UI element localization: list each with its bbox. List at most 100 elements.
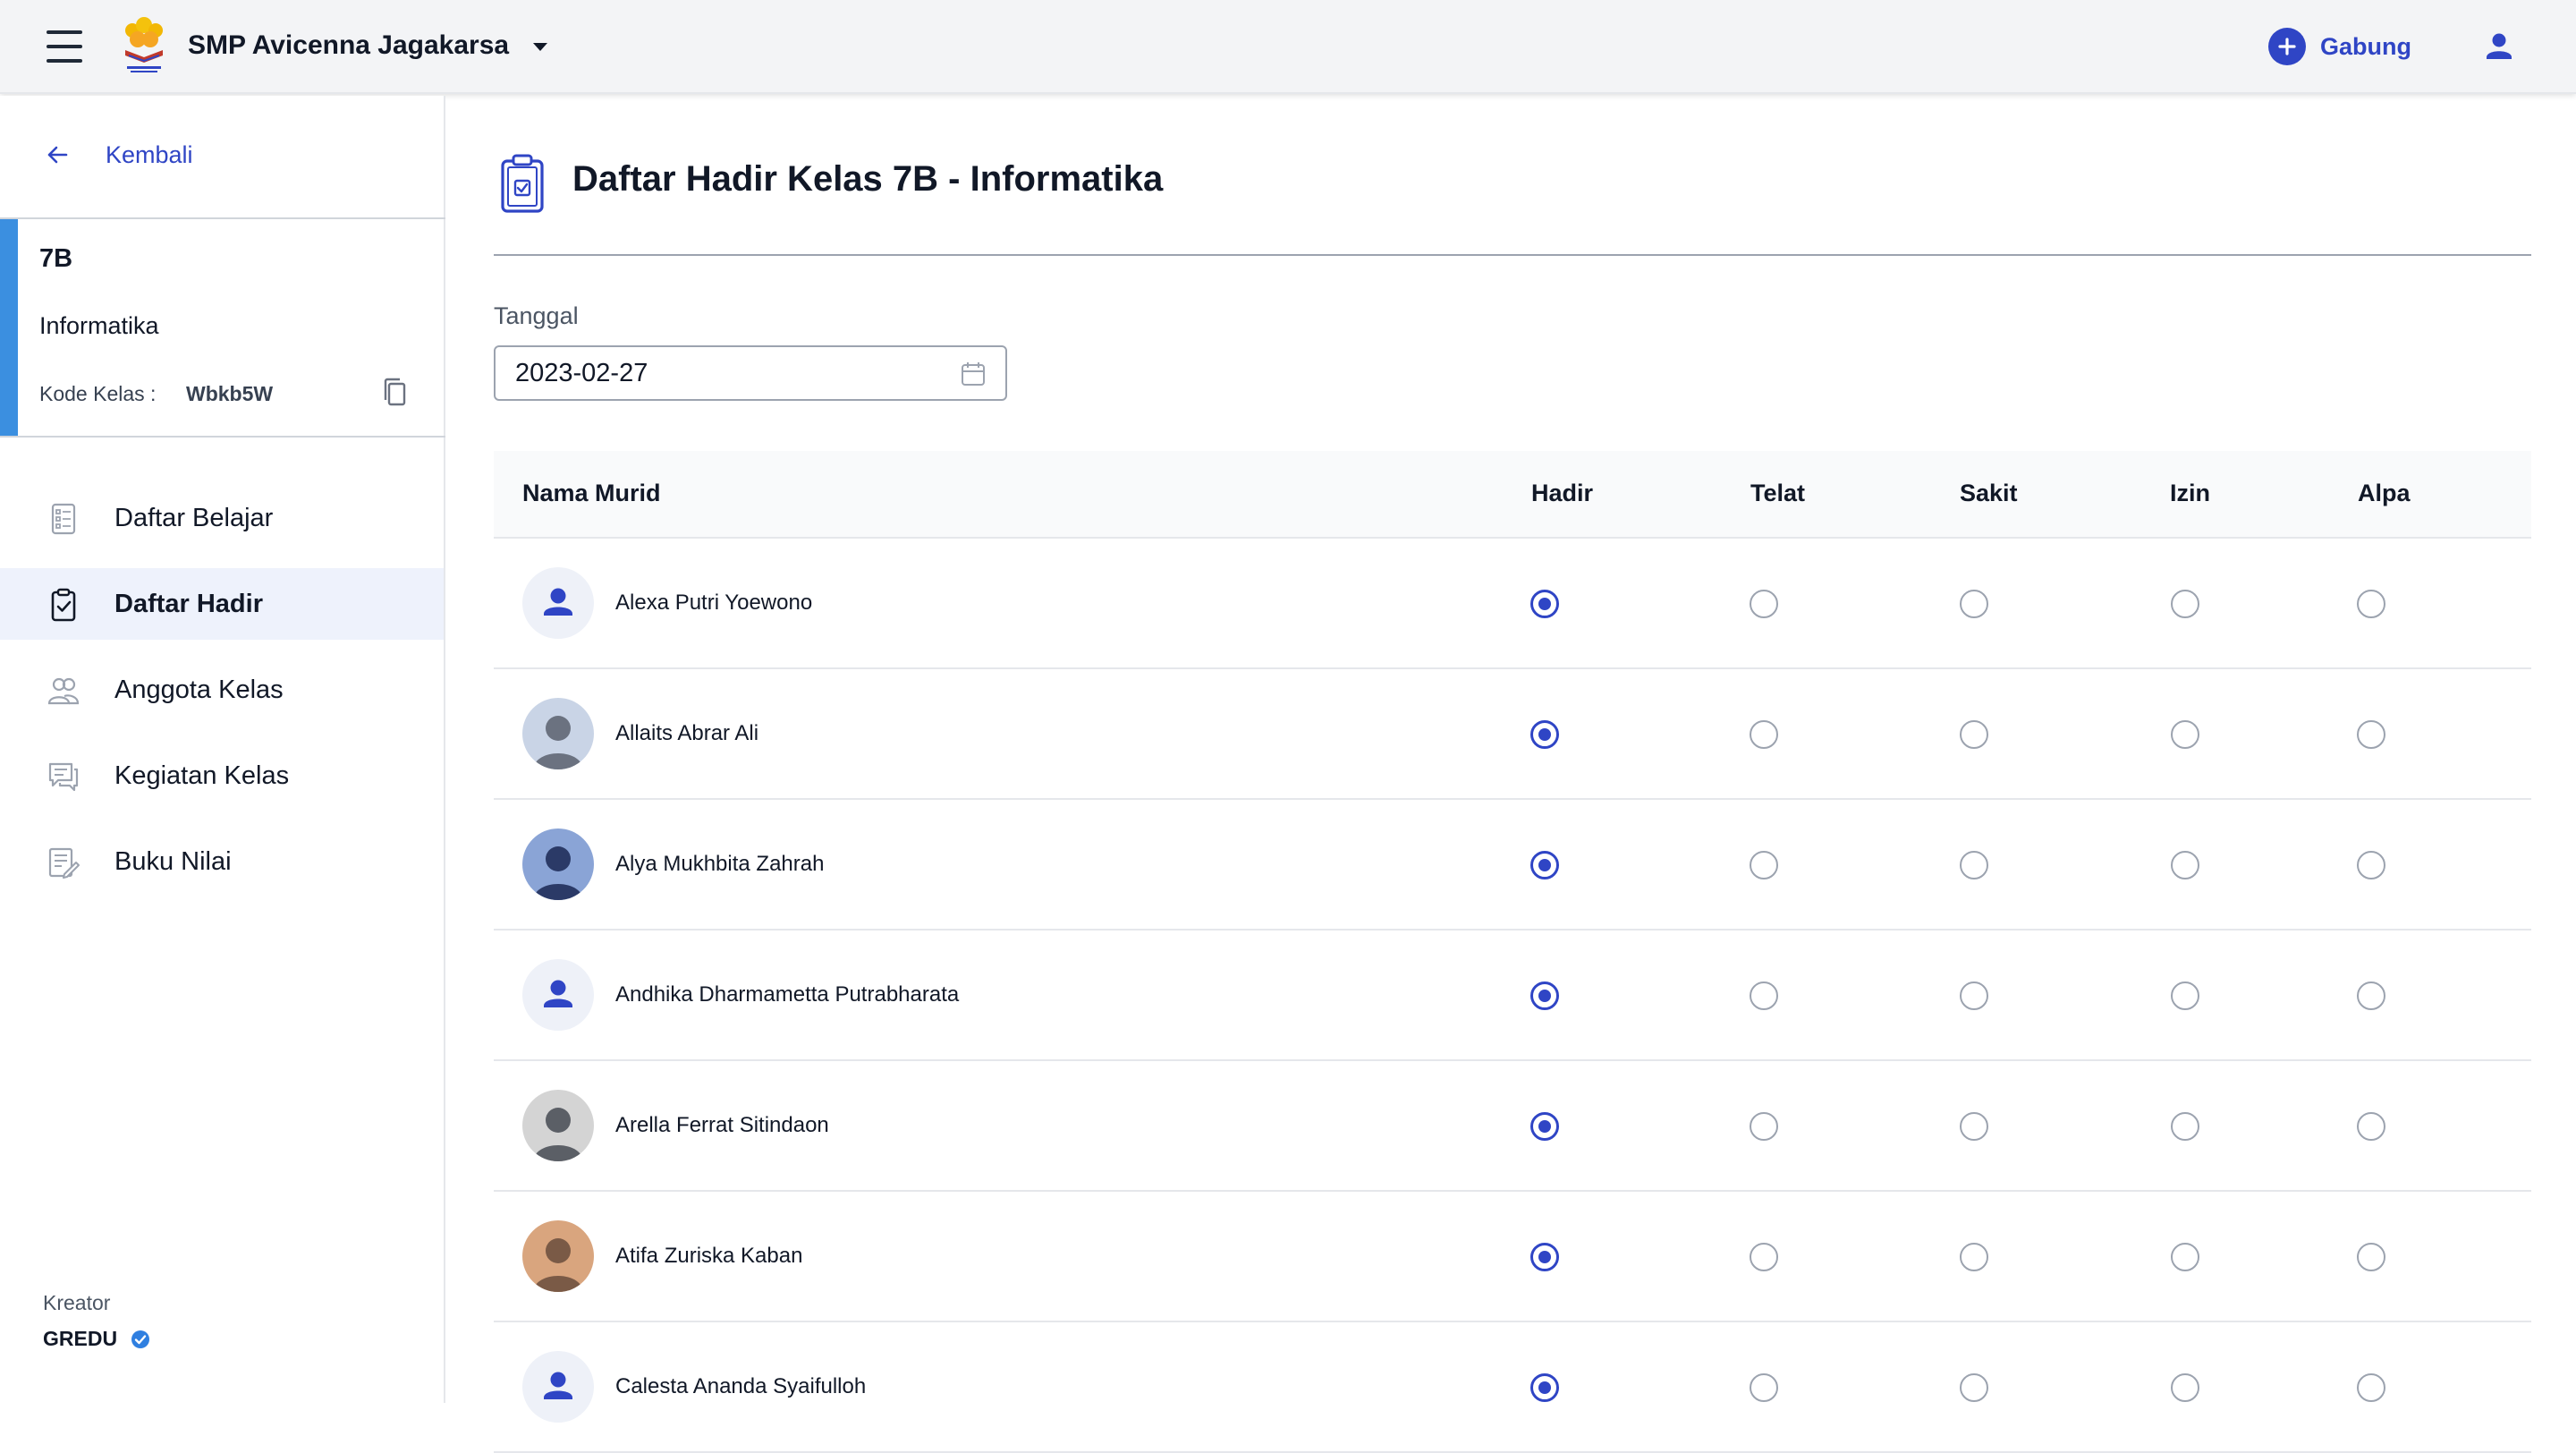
arrow-left-icon — [47, 146, 68, 164]
column-header-alpa: Alpa — [2358, 480, 2411, 506]
plus-icon — [2268, 28, 2306, 65]
radio-sakit[interactable] — [1960, 720, 1988, 749]
table-row: Alya Mukhbita Zahrah — [494, 800, 2531, 930]
chevron-down-icon[interactable] — [530, 36, 551, 57]
radio-alpa[interactable] — [2357, 1112, 2385, 1141]
table-row: Arella Ferrat Sitindaon — [494, 1061, 2531, 1192]
back-link[interactable]: Kembali — [43, 140, 193, 169]
radio-hadir[interactable] — [1530, 1373, 1559, 1402]
attendance-table: Nama Murid Hadir Telat Sakit Izin Alpa A… — [494, 451, 2531, 1453]
class-name: 7B — [39, 244, 73, 273]
radio-hadir[interactable] — [1530, 590, 1559, 618]
student-name: Alexa Putri Yoewono — [615, 591, 813, 615]
back-label: Kembali — [106, 140, 193, 168]
radio-sakit[interactable] — [1960, 981, 1988, 1010]
avatar-photo — [522, 828, 594, 900]
class-subject: Informatika — [39, 312, 159, 339]
chat-icon — [48, 762, 79, 792]
radio-hadir[interactable] — [1530, 720, 1559, 749]
class-card-accent — [0, 219, 18, 436]
sidebar-item-label: Buku Nilai — [114, 847, 232, 876]
join-button[interactable]: Gabung — [2268, 27, 2411, 66]
radio-telat[interactable] — [1750, 1112, 1778, 1141]
verified-badge-icon — [131, 1330, 150, 1348]
radio-izin[interactable] — [2171, 590, 2199, 618]
radio-telat[interactable] — [1750, 1243, 1778, 1271]
avatar-default-user-icon — [522, 567, 594, 639]
radio-alpa[interactable] — [2357, 1243, 2385, 1271]
radio-izin[interactable] — [2171, 851, 2199, 879]
radio-alpa[interactable] — [2357, 981, 2385, 1010]
column-header-sakit: Sakit — [1960, 480, 2018, 506]
radio-alpa[interactable] — [2357, 720, 2385, 749]
radio-telat[interactable] — [1750, 1373, 1778, 1402]
sidebar-item-label: Kegiatan Kelas — [114, 761, 290, 790]
radio-telat[interactable] — [1750, 981, 1778, 1010]
radio-sakit[interactable] — [1960, 1243, 1988, 1271]
avatar-photo — [522, 1220, 594, 1292]
radio-sakit[interactable] — [1960, 851, 1988, 879]
avatar-default-user-icon — [522, 959, 594, 1031]
sidebar-item-label: Daftar Hadir — [114, 590, 263, 618]
table-row: Alexa Putri Yoewono — [494, 539, 2531, 669]
gradebook-icon — [48, 847, 80, 879]
radio-izin[interactable] — [2171, 720, 2199, 749]
clipboard-check-icon — [51, 588, 76, 622]
sidebar-item-anggota-kelas[interactable]: Anggota Kelas — [0, 654, 444, 726]
student-name: Andhika Dharmametta Putrabharata — [615, 982, 960, 1007]
radio-izin[interactable] — [2171, 1373, 2199, 1402]
avatar-photo — [522, 1090, 594, 1161]
sidebar-item-buku-nilai[interactable]: Buku Nilai — [0, 826, 444, 897]
column-header-telat: Telat — [1750, 480, 1806, 506]
radio-alpa[interactable] — [2357, 1373, 2385, 1402]
table-body: Alexa Putri Yoewono Allaits Abrar Ali Alya… — [494, 539, 2531, 1453]
student-name: Calesta Ananda Syaifulloh — [615, 1374, 867, 1398]
top-app-bar: SMP Avicenna Jagakarsa Gabung — [0, 0, 2576, 94]
sidebar-item-label: Daftar Belajar — [114, 504, 274, 532]
radio-alpa[interactable] — [2357, 851, 2385, 879]
radio-izin[interactable] — [2171, 1112, 2199, 1141]
radio-hadir[interactable] — [1530, 981, 1559, 1010]
column-header-nama-murid: Nama Murid — [522, 480, 661, 506]
radio-hadir[interactable] — [1530, 851, 1559, 879]
copy-icon[interactable] — [381, 377, 410, 409]
creator-name: GREDU — [43, 1327, 151, 1351]
radio-alpa[interactable] — [2357, 590, 2385, 618]
divider — [494, 254, 2531, 256]
radio-telat[interactable] — [1750, 590, 1778, 618]
sidebar: Kembali 7B Informatika Kode Kelas : Wbkb… — [0, 96, 445, 1403]
sidebar-item-daftar-hadir[interactable]: Daftar Hadir — [0, 568, 444, 640]
menu-icon[interactable] — [47, 30, 82, 63]
creator-name-text: GREDU — [43, 1327, 118, 1350]
radio-hadir[interactable] — [1530, 1112, 1559, 1141]
radio-sakit[interactable] — [1960, 1112, 1988, 1141]
page-title: Daftar Hadir Kelas 7B - Informatika — [572, 159, 1164, 199]
users-icon — [47, 677, 80, 705]
user-icon[interactable] — [2479, 27, 2519, 66]
creator-label: Kreator — [43, 1291, 111, 1314]
sidebar-nav: Daftar Belajar Daftar Hadir Anggota Kela… — [0, 482, 444, 912]
column-header-izin: Izin — [2170, 480, 2210, 506]
radio-telat[interactable] — [1750, 720, 1778, 749]
student-name: Atifa Zuriska Kaban — [615, 1244, 803, 1268]
join-label: Gabung — [2320, 32, 2411, 60]
radio-izin[interactable] — [2171, 981, 2199, 1010]
date-field[interactable]: 2023-02-27 — [494, 345, 1007, 401]
sidebar-item-kegiatan-kelas[interactable]: Kegiatan Kelas — [0, 740, 444, 811]
radio-sakit[interactable] — [1960, 1373, 1988, 1402]
student-name: Alya Mukhbita Zahrah — [615, 852, 825, 876]
avatar-default-user-icon — [522, 1351, 594, 1423]
calendar-icon[interactable] — [961, 361, 986, 387]
class-code-label: Kode Kelas : — [39, 382, 157, 405]
radio-sakit[interactable] — [1960, 590, 1988, 618]
radio-telat[interactable] — [1750, 851, 1778, 879]
sidebar-item-daftar-belajar[interactable]: Daftar Belajar — [0, 482, 444, 554]
school-name[interactable]: SMP Avicenna Jagakarsa — [188, 28, 509, 64]
clipboard-check-icon — [501, 154, 544, 213]
class-info-card: 7B Informatika Kode Kelas : Wbkb5W — [0, 217, 445, 438]
date-label: Tanggal — [494, 302, 579, 329]
radio-hadir[interactable] — [1530, 1243, 1559, 1271]
table-row: Atifa Zuriska Kaban — [494, 1192, 2531, 1322]
radio-izin[interactable] — [2171, 1243, 2199, 1271]
avatar-photo — [522, 698, 594, 769]
